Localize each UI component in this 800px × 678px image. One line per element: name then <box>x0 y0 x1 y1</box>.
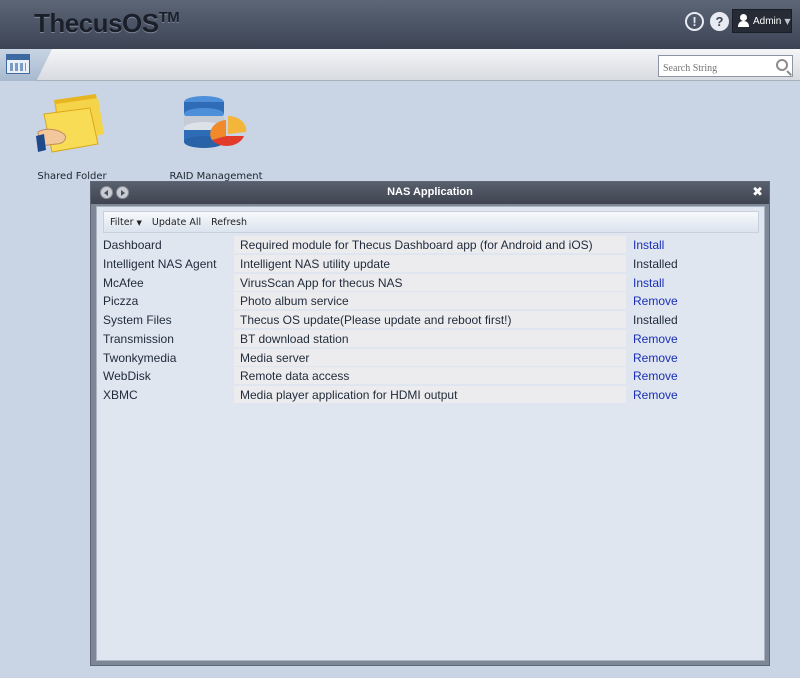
window-title: NAS Application <box>387 186 473 198</box>
app-status-installed: Installed <box>633 313 678 327</box>
caret-down-icon: ▼ <box>136 218 142 227</box>
desktop-tab[interactable] <box>0 49 52 81</box>
top-header: ThecusOSTM ! ? Admin ▼ <box>0 0 800 49</box>
search-icon[interactable] <box>776 59 788 71</box>
filter-button[interactable]: Filter ▼ <box>110 217 142 228</box>
table-row: Intelligent NAS Agent Intelligent NAS uti… <box>103 254 759 274</box>
search-input[interactable] <box>659 58 769 79</box>
admin-user-menu[interactable]: Admin ▼ <box>732 9 792 33</box>
exclamation-circle-icon[interactable]: ! <box>685 12 704 31</box>
app-description: Intelligent NAS utility update <box>234 254 626 272</box>
filter-label: Filter <box>110 216 134 228</box>
table-row: WebDisk Remote data access Remove <box>103 367 759 386</box>
thecus-logo: ThecusOSTM <box>34 8 180 39</box>
app-name: XBMC <box>103 388 138 402</box>
app-name: McAfee <box>103 275 144 290</box>
logo-text: ThecusOS <box>34 8 159 38</box>
desktop-app-icon <box>6 54 30 74</box>
app-name: Dashboard <box>103 238 162 252</box>
nas-application-window: NAS Application ✖ Filter ▼ Update All Ref… <box>90 181 770 666</box>
app-description: Photo album service <box>234 292 626 310</box>
table-row: System Files Thecus OS update(Please upda… <box>103 311 759 330</box>
chevron-down-icon: ▼ <box>784 16 791 26</box>
app-description: Required module for Thecus Dashboard app… <box>234 236 626 253</box>
table-row: Transmission BT download station Remove <box>103 329 759 349</box>
app-action-install-link[interactable]: Install <box>633 276 664 290</box>
logo-trademark: TM <box>158 9 180 26</box>
search-box[interactable] <box>658 55 793 79</box>
refresh-button[interactable]: Refresh <box>211 217 247 228</box>
app-list: Dashboard Required module for Thecus Dash… <box>103 236 759 405</box>
app-action-remove-link[interactable]: Remove <box>633 351 678 365</box>
window-body: Filter ▼ Update All Refresh Dashboard Requ… <box>96 206 765 661</box>
app-description: Media server <box>234 348 626 366</box>
admin-label: Admin <box>753 15 782 27</box>
table-row: McAfee VirusScan App for thecus NAS Instal… <box>103 273 759 293</box>
table-row: Dashboard Required module for Thecus Dash… <box>103 236 759 255</box>
window-title-bar[interactable]: NAS Application ✖ <box>91 182 769 204</box>
app-name: Transmission <box>103 331 174 346</box>
app-description: Remote data access <box>234 367 626 385</box>
app-status-installed: Installed <box>633 256 678 271</box>
app-name: System Files <box>103 313 172 327</box>
table-row: Twonkymedia Media server Remove <box>103 348 759 368</box>
close-icon[interactable]: ✖ <box>752 185 763 200</box>
app-name: WebDisk <box>103 369 151 384</box>
update-all-button[interactable]: Update All <box>152 217 201 228</box>
app-description: BT download station <box>234 329 626 347</box>
table-row: Piczza Photo album service Remove <box>103 292 759 311</box>
app-description: Thecus OS update(Please update and reboo… <box>234 311 626 328</box>
app-action-remove-link[interactable]: Remove <box>633 388 678 402</box>
question-circle-icon[interactable]: ? <box>710 12 729 31</box>
app-name: Intelligent NAS Agent <box>103 256 217 271</box>
app-action-remove-link[interactable]: Remove <box>633 369 678 383</box>
app-description: Media player application for HDMI output <box>234 386 626 403</box>
app-toolbar: Filter ▼ Update All Refresh <box>103 211 759 233</box>
app-action-remove-link[interactable]: Remove <box>633 294 678 308</box>
user-icon <box>737 14 750 28</box>
app-name: Twonkymedia <box>103 350 177 365</box>
shared-folder-icon <box>36 94 104 153</box>
app-description: VirusScan App for thecus NAS <box>234 273 626 291</box>
app-name: Piczza <box>103 294 139 309</box>
table-row: XBMC Media player application for HDMI ou… <box>103 386 759 405</box>
raid-management-icon <box>184 96 247 148</box>
app-action-remove-link[interactable]: Remove <box>633 332 678 346</box>
app-action-install-link[interactable]: Install <box>633 238 664 252</box>
